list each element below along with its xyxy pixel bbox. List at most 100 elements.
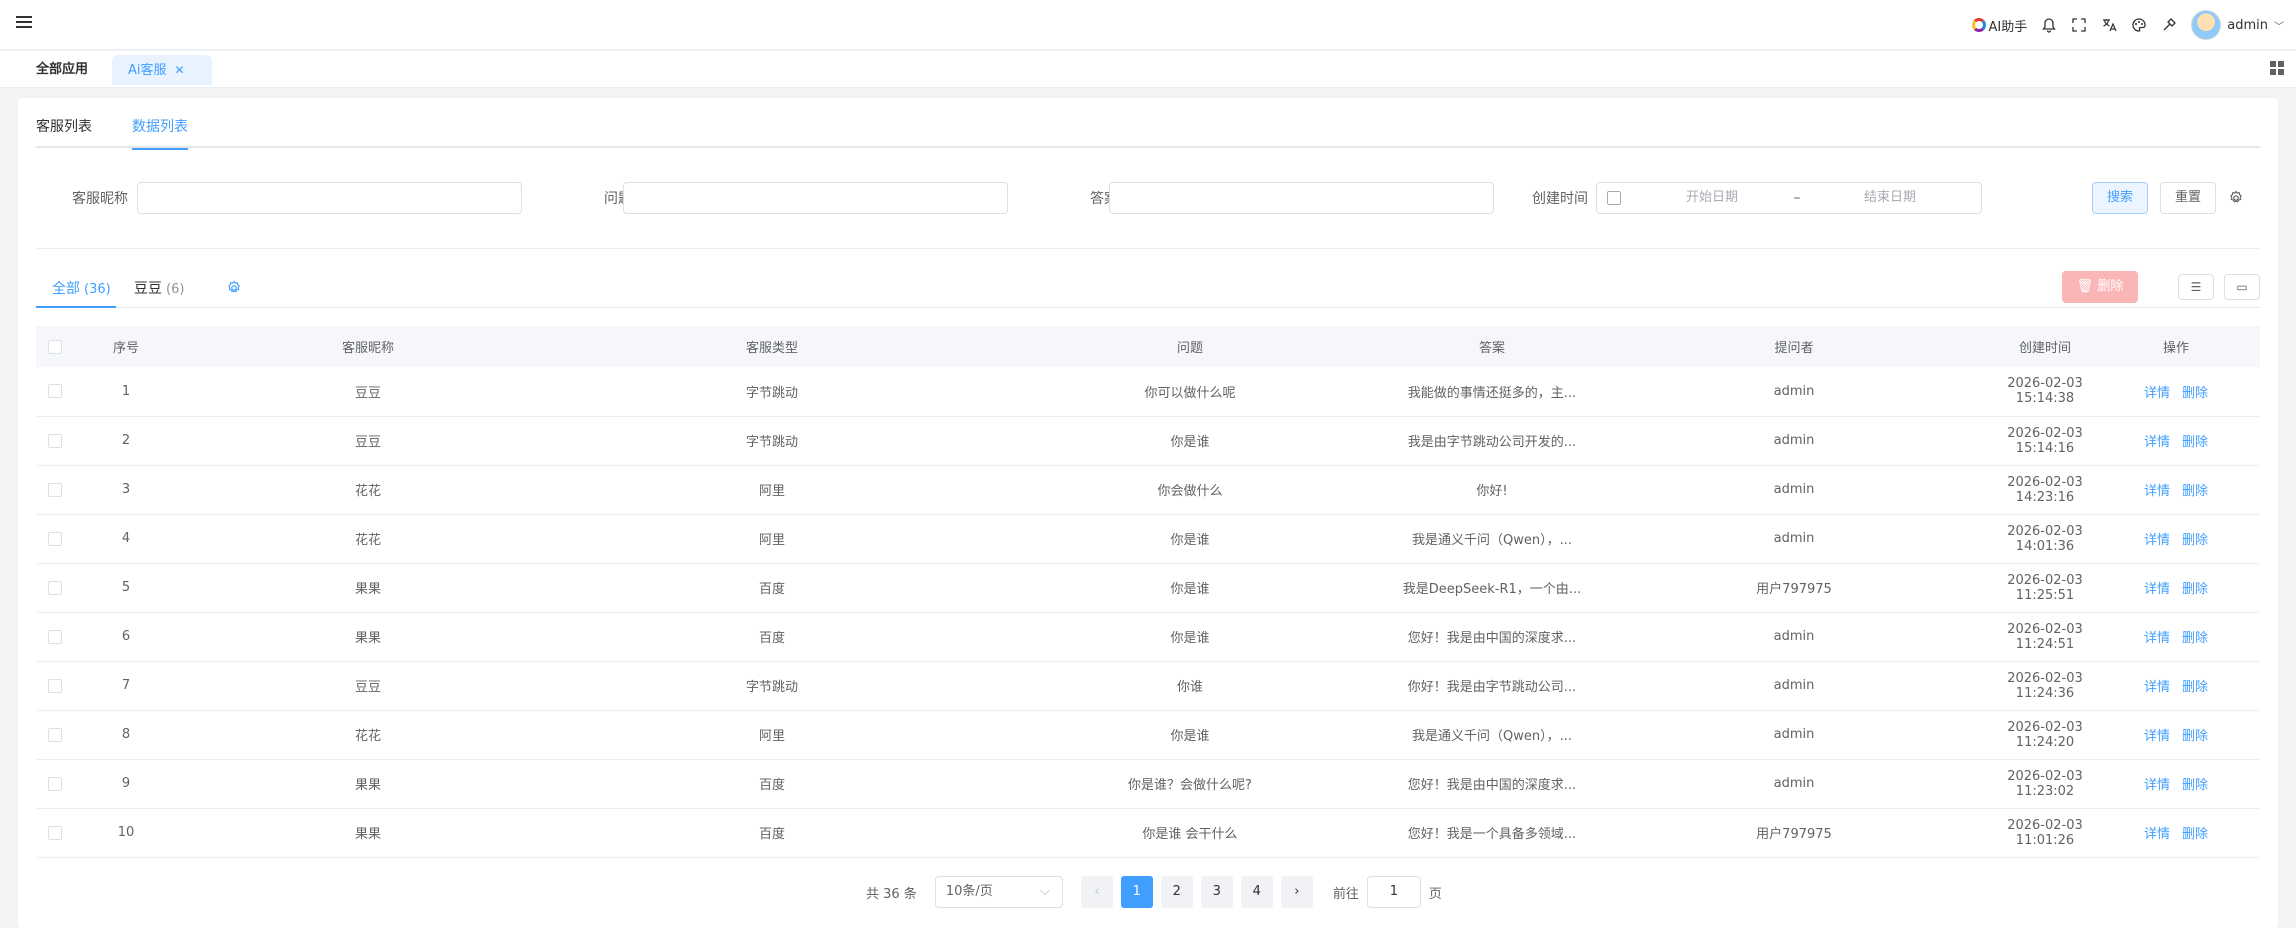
page-button[interactable]: 3: [1200, 876, 1233, 908]
cell-no: 8: [121, 727, 131, 742]
ai-helper-button[interactable]: AI助手: [1971, 16, 2027, 35]
delete-link[interactable]: 删除: [2182, 386, 2208, 401]
header-created-time: 创建时间: [2018, 341, 2071, 356]
row-checkbox[interactable]: [48, 727, 62, 742]
tab-all-apps[interactable]: 全部应用: [20, 55, 104, 85]
user-menu[interactable]: admin ﹀: [2191, 10, 2284, 40]
start-date-input[interactable]: 开始日期: [1637, 183, 1787, 213]
cell-nickname: 果果: [354, 582, 381, 597]
detail-link[interactable]: 详情: [2144, 386, 2170, 401]
bell-icon[interactable]: [2041, 17, 2057, 33]
tab-filter-all[interactable]: 全部 (36): [36, 278, 116, 308]
row-checkbox[interactable]: [48, 825, 62, 840]
tab-settings-gear-icon[interactable]: [226, 280, 242, 296]
cell-created-time: 2026-02-03 14:01:36: [2007, 523, 2083, 554]
translate-icon[interactable]: [2101, 17, 2117, 33]
close-icon[interactable]: ✕: [175, 63, 185, 77]
brush-icon[interactable]: [2161, 17, 2177, 33]
detail-link[interactable]: 详情: [2144, 582, 2170, 597]
detail-link[interactable]: 详情: [2144, 778, 2170, 793]
cell-answer: 您好！我是由中国的深度求...: [1407, 778, 1577, 793]
gear-icon[interactable]: [2228, 190, 2244, 206]
table-row: 5 果果 百度 你是谁 我是DeepSeek-R1，一个由... 用户797975 2026…: [36, 563, 2260, 612]
cell-created-time: 2026-02-03 11:24:36: [2007, 670, 2083, 701]
page-size-select[interactable]: 10条/页 ⌵: [934, 876, 1063, 908]
cell-type: 字节跳动: [745, 680, 798, 695]
calendar-icon: [1607, 191, 1621, 205]
end-date-input[interactable]: 结束日期: [1815, 183, 1965, 213]
delete-link[interactable]: 删除: [2182, 778, 2208, 793]
header-no: 序号: [112, 341, 139, 356]
filter-tabs: 全部 (36) 豆豆 (6): [36, 270, 2260, 308]
column-settings-button[interactable]: ☰: [2178, 274, 2214, 300]
pagination-total: 共 36 条: [866, 886, 917, 902]
bulk-delete-button[interactable]: 🗑 删除: [2062, 271, 2138, 303]
row-checkbox[interactable]: [48, 678, 62, 693]
cell-asker: 用户797975: [1756, 827, 1832, 842]
cell-asker: admin: [1773, 727, 1815, 742]
menu-toggle-icon[interactable]: [16, 16, 32, 32]
detail-link[interactable]: 详情: [2144, 484, 2170, 499]
row-checkbox[interactable]: [48, 776, 62, 791]
detail-link[interactable]: 详情: [2144, 631, 2170, 646]
folder-button[interactable]: ▭: [2224, 274, 2260, 300]
detail-link[interactable]: 详情: [2144, 827, 2170, 842]
delete-link[interactable]: 删除: [2182, 680, 2208, 695]
select-all-checkbox[interactable]: [48, 339, 62, 354]
table-row: 6 果果 百度 你是谁 您好！我是由中国的深度求... admin 2026-02-03 1…: [36, 612, 2260, 661]
detail-link[interactable]: 详情: [2144, 533, 2170, 548]
cell-type: 阿里: [758, 533, 785, 548]
goto-page-input[interactable]: 1: [1366, 876, 1421, 908]
delete-link[interactable]: 删除: [2182, 827, 2208, 842]
detail-link[interactable]: 详情: [2144, 680, 2170, 695]
date-range-picker[interactable]: 开始日期 – 结束日期: [1596, 182, 1982, 214]
page-button[interactable]: 2: [1160, 876, 1193, 908]
delete-link[interactable]: 删除: [2182, 484, 2208, 499]
row-checkbox[interactable]: [48, 531, 62, 546]
table-row: 4 花花 阿里 你是谁 我是通义千问（Qwen），... admin 2026-02-03 …: [36, 514, 2260, 563]
row-checkbox[interactable]: [48, 629, 62, 644]
row-checkbox[interactable]: [48, 384, 62, 399]
delete-link[interactable]: 删除: [2182, 729, 2208, 744]
prev-page-button[interactable]: ‹: [1080, 876, 1113, 908]
filter-form: 客服昵称 问题 答案 创建时间 开始日期 – 结束日期 搜索 重置: [18, 182, 2278, 216]
row-checkbox[interactable]: [48, 580, 62, 595]
tab-ai-service[interactable]: Ai客服 ✕: [112, 55, 212, 85]
delete-link[interactable]: 删除: [2182, 533, 2208, 548]
palette-icon[interactable]: [2131, 17, 2147, 33]
cell-answer: 你好！我是由字节跳动公司...: [1407, 680, 1577, 695]
cell-created-time: 2026-02-03 11:01:26: [2007, 817, 2083, 848]
delete-link[interactable]: 删除: [2182, 582, 2208, 597]
created-time-label: 创建时间: [1532, 191, 1588, 207]
tab-filter-doudou[interactable]: 豆豆 (6): [134, 278, 184, 308]
answer-input[interactable]: [1109, 182, 1494, 214]
next-page-button[interactable]: ›: [1280, 876, 1313, 908]
header-question: 问题: [1176, 341, 1203, 356]
page-button[interactable]: 4: [1240, 876, 1273, 908]
page-size-value: 10条/页: [945, 884, 993, 899]
reset-button[interactable]: 重置: [2160, 182, 2216, 214]
row-checkbox[interactable]: [48, 482, 62, 497]
cell-asker: admin: [1773, 383, 1815, 399]
nickname-input[interactable]: [137, 182, 522, 214]
question-input[interactable]: [623, 182, 1008, 214]
fullscreen-icon[interactable]: [2071, 17, 2087, 33]
app-tab-bar: 全部应用 Ai客服 ✕: [0, 51, 2296, 88]
cell-answer: 您好！我是由中国的深度求...: [1407, 631, 1577, 646]
tab-service-list[interactable]: 客服列表: [36, 114, 92, 148]
row-select-cell: [36, 612, 74, 661]
delete-link[interactable]: 删除: [2182, 435, 2208, 450]
row-checkbox[interactable]: [48, 433, 62, 448]
page-button[interactable]: 1: [1120, 876, 1153, 908]
tab-data-list[interactable]: 数据列表: [132, 114, 188, 150]
apps-grid-icon[interactable]: [2270, 61, 2284, 75]
search-button[interactable]: 搜索: [2092, 182, 2148, 214]
cell-asker: admin: [1773, 678, 1815, 693]
detail-link[interactable]: 详情: [2144, 435, 2170, 450]
top-bar: AI助手 admin ﹀: [0, 0, 2296, 50]
cell-created-time: 2026-02-03 11:24:51: [2007, 621, 2083, 652]
delete-link[interactable]: 删除: [2182, 631, 2208, 646]
ai-logo-icon: [1971, 18, 1986, 32]
range-separator: –: [1793, 190, 1801, 206]
detail-link[interactable]: 详情: [2144, 729, 2170, 744]
